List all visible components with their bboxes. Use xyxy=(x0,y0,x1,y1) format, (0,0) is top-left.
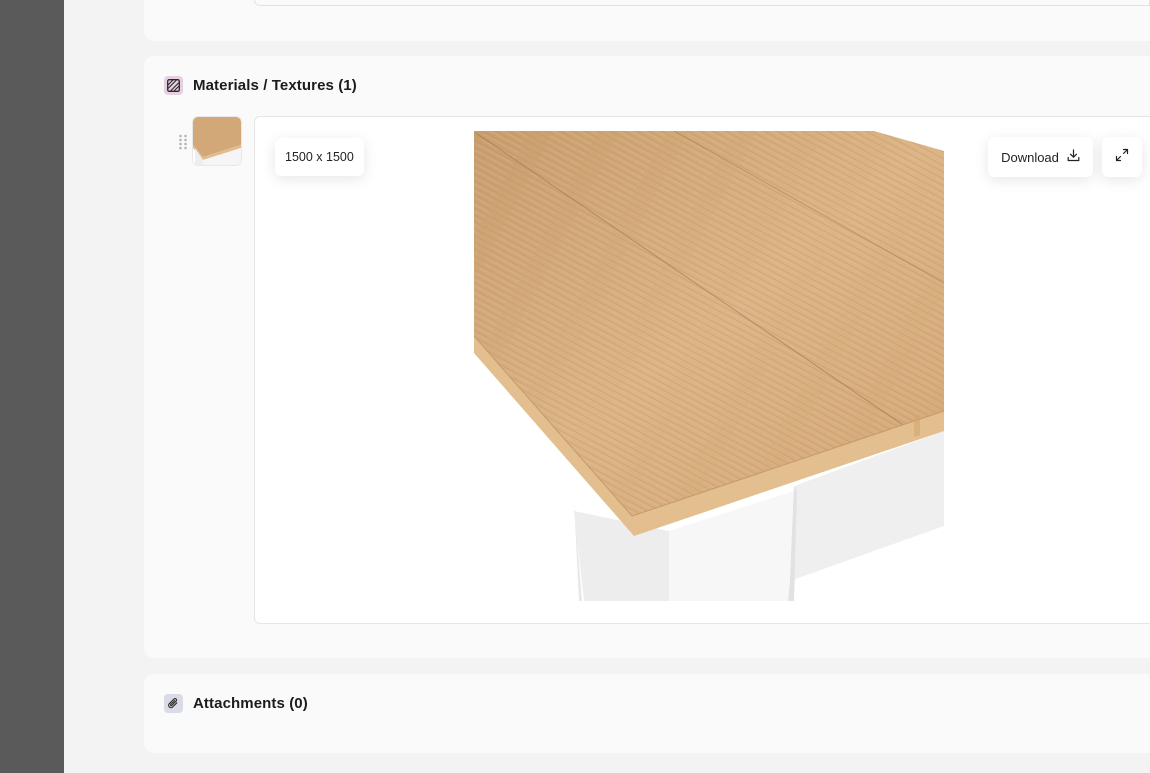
texture-icon xyxy=(164,76,183,95)
attachments-header: Attachments (0) xyxy=(164,694,308,713)
image-size-badge: 1500 x 1500 xyxy=(275,138,364,176)
attachments-section: Attachments (0) xyxy=(144,674,1150,753)
paperclip-icon xyxy=(164,694,183,713)
previous-section-panel xyxy=(144,0,1150,41)
material-thumbnail[interactable] xyxy=(192,116,242,166)
download-button[interactable]: Download xyxy=(988,137,1093,177)
sidebar-backdrop xyxy=(0,0,64,773)
download-label: Download xyxy=(1001,149,1059,165)
expand-icon xyxy=(1115,148,1129,167)
drag-handle-icon[interactable] xyxy=(178,134,188,155)
materials-header: Materials / Textures (1) xyxy=(164,76,357,95)
image-viewer: 1500 x 1500 Download xyxy=(254,116,1150,624)
expand-button[interactable] xyxy=(1102,137,1142,177)
materials-title: Materials / Textures (1) xyxy=(193,77,357,94)
attachments-title: Attachments (0) xyxy=(193,695,308,712)
previous-field-edge xyxy=(254,0,1150,6)
materials-section: Materials / Textures (1) 1500 x 1500 Dow… xyxy=(144,56,1150,658)
download-icon xyxy=(1067,149,1080,165)
texture-preview-image xyxy=(474,131,944,601)
